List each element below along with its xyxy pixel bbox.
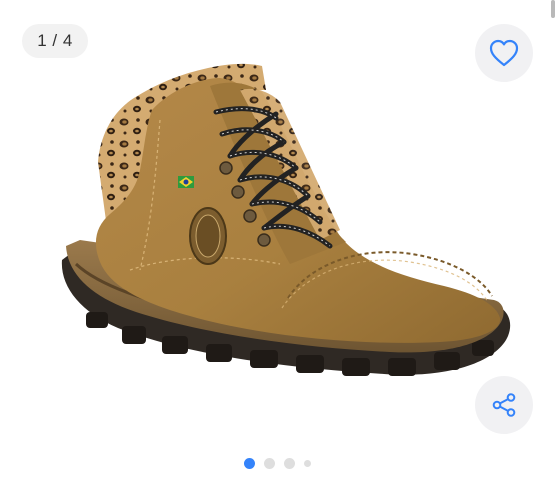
pagination-dot-1[interactable] (244, 458, 255, 469)
pagination-dots (0, 458, 555, 469)
scroll-indicator (551, 0, 555, 18)
pagination-dot-3[interactable] (284, 458, 295, 469)
product-image-gallery: 1 / 4 (0, 0, 555, 500)
product-image[interactable] (40, 50, 520, 410)
pagination-dot-4[interactable] (304, 460, 311, 467)
pagination-dot-2[interactable] (264, 458, 275, 469)
share-button[interactable] (475, 376, 533, 434)
share-icon (492, 393, 516, 417)
